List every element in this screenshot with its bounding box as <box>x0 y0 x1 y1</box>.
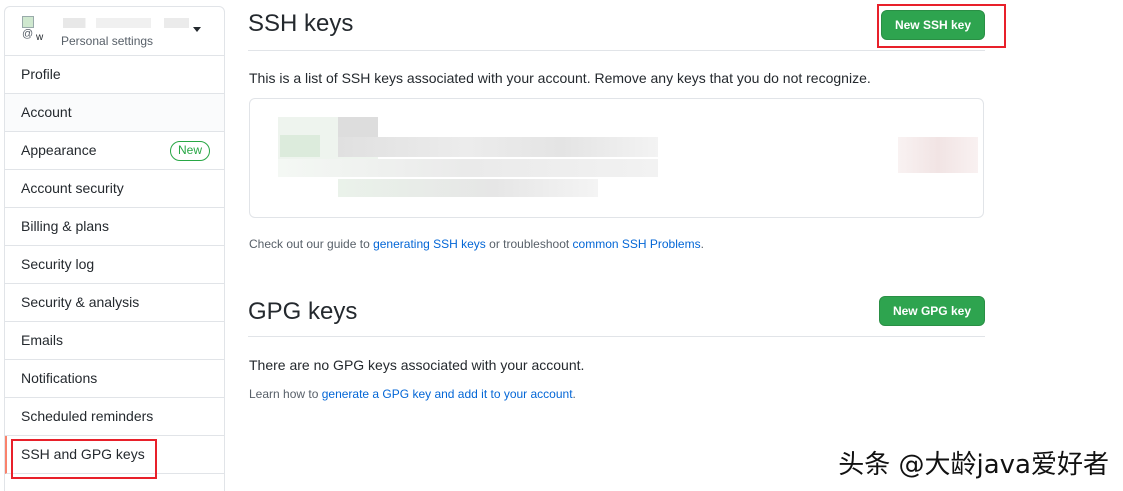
redacted-key-icon <box>280 135 320 157</box>
sidebar-item-account-security[interactable]: Account security <box>5 170 224 208</box>
ssh-keys-section: SSH keys New SSH key <box>248 0 985 51</box>
new-gpg-key-button[interactable]: New GPG key <box>878 296 985 326</box>
ssh-keys-title: SSH keys <box>248 10 354 37</box>
avatar: @ w <box>22 16 43 43</box>
new-badge: New <box>169 141 210 161</box>
avatar-letter: w <box>36 32 44 43</box>
settings-page: @ w Personal settings Profile Account Ap… <box>0 0 1123 491</box>
generate-gpg-key-link[interactable]: generate a GPG key and add it to your ac… <box>322 387 573 401</box>
sidebar-item-label: Security log <box>21 256 95 272</box>
sidebar-item-label: Billing & plans <box>21 218 109 234</box>
learn-suffix: . <box>572 387 576 401</box>
redacted-username <box>63 18 189 28</box>
ssh-header: SSH keys New SSH key <box>248 0 985 51</box>
gpg-keys-section: GPG keys New GPG key <box>248 286 985 337</box>
sidebar-item-label: Appearance <box>21 142 97 158</box>
sidebar-item-label: Notifications <box>21 370 98 386</box>
sidebar-item-label: Account security <box>21 180 124 196</box>
new-ssh-key-button[interactable]: New SSH key <box>880 10 985 40</box>
sidebar-item-account[interactable]: Account <box>5 94 224 132</box>
account-switcher[interactable]: @ w Personal settings <box>5 7 224 56</box>
settings-nav-list: Profile Account Appearance New Account s… <box>5 56 224 491</box>
sidebar-item-label: Account <box>21 104 72 120</box>
sidebar-item-label: Scheduled reminders <box>21 408 154 424</box>
sidebar-item-label: Emails <box>21 332 64 348</box>
sidebar-item-label: Profile <box>21 66 61 82</box>
redacted-key-title <box>338 117 378 139</box>
gpg-empty-text: There are no GPG keys associated with yo… <box>249 357 585 373</box>
gpg-learn-text: Learn how to generate a GPG key and add … <box>249 387 576 401</box>
sidebar-item-security-analysis[interactable]: Security & analysis <box>5 284 224 322</box>
ssh-guide-text: Check out our guide to generating SSH ke… <box>249 237 704 251</box>
personal-settings-label: Personal settings <box>61 34 154 48</box>
ssh-description: This is a list of SSH keys associated wi… <box>249 70 871 86</box>
sidebar-item-profile[interactable]: Profile <box>5 56 224 94</box>
gpg-header: GPG keys New GPG key <box>248 286 985 337</box>
sidebar-item-next[interactable] <box>5 474 224 491</box>
sidebar-item-emails[interactable]: Emails <box>5 322 224 360</box>
sidebar-item-billing[interactable]: Billing & plans <box>5 208 224 246</box>
learn-prefix: Learn how to <box>249 387 322 401</box>
generating-ssh-keys-link[interactable]: generating SSH keys <box>373 237 486 251</box>
guide-middle: or troubleshoot <box>485 237 573 251</box>
guide-suffix: . <box>700 237 704 251</box>
guide-prefix: Check out our guide to <box>249 237 374 251</box>
ssh-key-list <box>249 98 984 218</box>
sidebar-item-label: SSH and GPG keys <box>21 446 145 462</box>
sidebar-item-security-log[interactable]: Security log <box>5 246 224 284</box>
broken-image-icon <box>22 16 34 28</box>
gpg-keys-title: GPG keys <box>248 298 358 325</box>
sidebar-item-appearance[interactable]: Appearance New <box>5 132 224 170</box>
sidebar-item-ssh-gpg-keys[interactable]: SSH and GPG keys <box>5 436 224 474</box>
common-ssh-problems-link[interactable]: common SSH Problems <box>573 237 701 251</box>
redacted-key-meta <box>278 159 658 177</box>
redacted-delete-button[interactable] <box>898 137 978 173</box>
caret-down-icon[interactable] <box>193 27 201 32</box>
sidebar-item-notifications[interactable]: Notifications <box>5 360 224 398</box>
sidebar-item-label: Security & analysis <box>21 294 140 310</box>
redacted-key-hash <box>338 137 658 157</box>
redacted-key-date <box>338 179 598 197</box>
sidebar-item-scheduled-reminders[interactable]: Scheduled reminders <box>5 398 224 436</box>
settings-sidebar: @ w Personal settings Profile Account Ap… <box>4 6 225 491</box>
watermark: 头条 @大龄java爱好者 <box>838 450 1109 480</box>
avatar-text: @ <box>22 28 34 40</box>
